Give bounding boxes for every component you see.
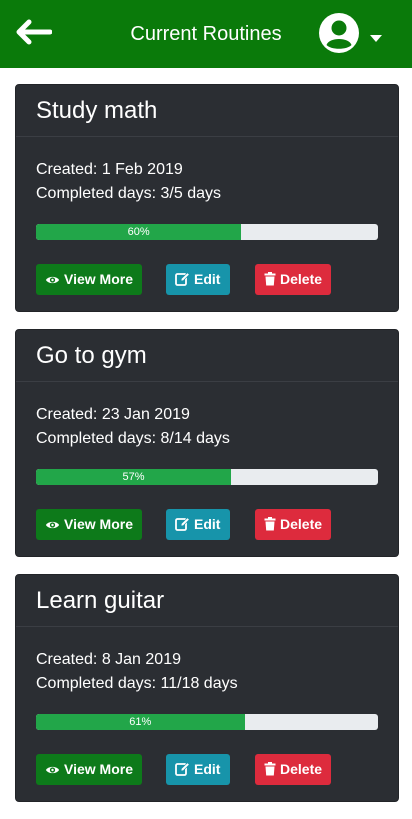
edit-button[interactable]: Edit (166, 264, 230, 295)
created-date: Created: 8 Jan 2019 (36, 651, 181, 668)
completed-days: Completed days: 11/18 days (36, 675, 238, 692)
routine-card: Study math Created: 1 Feb 2019 Completed… (15, 84, 399, 312)
completed-days: Completed days: 3/5 days (36, 185, 221, 202)
caret-down-icon (370, 35, 382, 42)
view-more-button[interactable]: View More (36, 264, 142, 295)
view-more-button[interactable]: View More (36, 754, 142, 785)
delete-label: Delete (280, 761, 323, 777)
delete-label: Delete (280, 271, 323, 287)
trash-icon (264, 517, 276, 531)
edit-icon (175, 272, 190, 286)
routine-card: Learn guitar Created: 8 Jan 2019 Complet… (15, 574, 399, 802)
edit-button[interactable]: Edit (166, 509, 230, 540)
user-circle-icon (319, 13, 359, 53)
account-menu-button[interactable] (318, 12, 390, 54)
progress-bar-track: 61% (36, 714, 378, 730)
view-more-label: View More (64, 516, 133, 532)
delete-label: Delete (280, 516, 323, 532)
routine-card-body: Created: 23 Jan 2019 Completed days: 8/1… (16, 382, 398, 540)
trash-icon (264, 272, 276, 286)
routine-card-header: Study math (16, 85, 398, 137)
delete-button[interactable]: Delete (255, 509, 331, 540)
edit-label: Edit (194, 516, 221, 532)
routine-actions: View More Edit Delete (36, 754, 378, 785)
routine-list: Study math Created: 1 Feb 2019 Completed… (15, 84, 399, 819)
delete-button[interactable]: Delete (255, 754, 331, 785)
routine-actions: View More Edit Delete (36, 509, 378, 540)
routine-card-body: Created: 8 Jan 2019 Completed days: 11/1… (16, 627, 398, 785)
edit-label: Edit (194, 271, 221, 287)
created-date: Created: 1 Feb 2019 (36, 161, 183, 178)
view-more-label: View More (64, 271, 133, 287)
eye-icon (45, 276, 60, 284)
routine-card-header: Go to gym (16, 330, 398, 382)
created-date: Created: 23 Jan 2019 (36, 406, 190, 423)
edit-label: Edit (194, 761, 221, 777)
progress-bar-fill: 57% (36, 469, 231, 485)
progress-bar-fill: 60% (36, 224, 242, 240)
edit-icon (175, 762, 190, 776)
routine-card-body: Created: 1 Feb 2019 Completed days: 3/5 … (16, 137, 398, 295)
edit-icon (175, 517, 190, 531)
routine-card-header: Learn guitar (16, 575, 398, 627)
routine-title: Study math (36, 97, 158, 124)
view-more-button[interactable]: View More (36, 509, 142, 540)
routine-title: Learn guitar (36, 587, 165, 614)
trash-icon (264, 762, 276, 776)
delete-button[interactable]: Delete (255, 264, 331, 295)
completed-days: Completed days: 8/14 days (36, 430, 230, 447)
progress-bar-track: 57% (36, 469, 378, 485)
routine-title: Go to gym (36, 342, 147, 369)
eye-icon (45, 521, 60, 529)
routine-card: Go to gym Created: 23 Jan 2019 Completed… (15, 329, 399, 557)
progress-bar-track: 60% (36, 224, 378, 240)
progress-bar-fill: 61% (36, 714, 245, 730)
routine-actions: View More Edit Delete (36, 264, 378, 295)
top-navbar: Current Routines (0, 0, 412, 68)
eye-icon (45, 766, 60, 774)
edit-button[interactable]: Edit (166, 754, 230, 785)
view-more-label: View More (64, 761, 133, 777)
